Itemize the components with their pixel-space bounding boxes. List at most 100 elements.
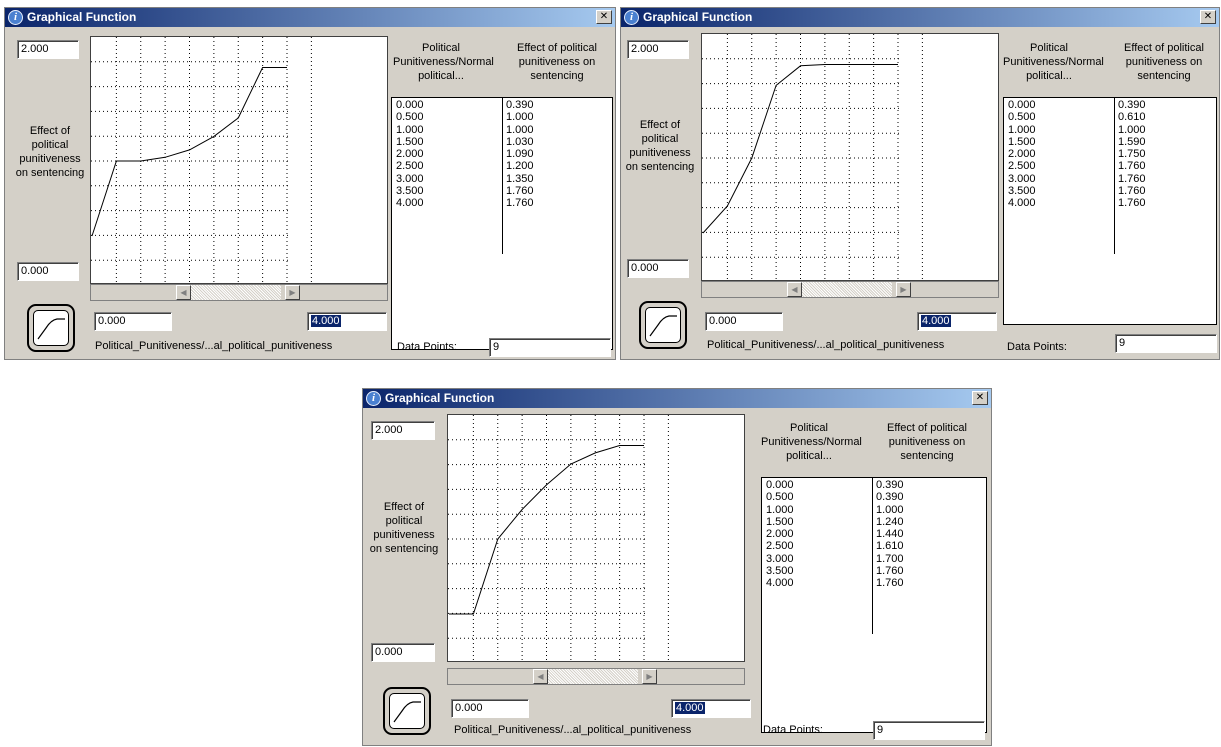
input-cell[interactable]: 3.500 — [1008, 185, 1036, 197]
output-cell[interactable]: 1.750 — [1118, 148, 1146, 160]
input-cell[interactable]: 1.500 — [396, 136, 424, 148]
output-cell[interactable]: 1.000 — [506, 124, 534, 136]
data-point[interactable] — [114, 159, 118, 163]
scroll-right-button[interactable]: ▶ — [896, 282, 911, 297]
input-cell[interactable]: 2.000 — [1008, 148, 1036, 160]
input-cell[interactable]: 2.500 — [1008, 160, 1036, 172]
output-cell[interactable]: 0.390 — [876, 491, 904, 503]
input-cell[interactable]: 4.000 — [396, 197, 424, 209]
data-point[interactable] — [188, 148, 192, 152]
output-cell[interactable]: 1.350 — [506, 173, 534, 185]
output-cell[interactable]: 1.000 — [876, 504, 904, 516]
y-min-field[interactable]: 0.000 — [17, 262, 79, 281]
data-point[interactable] — [750, 156, 754, 160]
x-max-field[interactable]: 4.000 — [671, 699, 751, 718]
y-max-field[interactable]: 2.000 — [17, 40, 79, 59]
data-point[interactable] — [593, 451, 597, 455]
data-points-field[interactable]: 9 — [489, 338, 611, 357]
data-point[interactable] — [496, 537, 500, 541]
input-cell[interactable]: 1.000 — [1008, 124, 1036, 136]
input-cell[interactable]: 0.000 — [1008, 99, 1036, 111]
input-cell[interactable]: 2.500 — [396, 160, 424, 172]
scroll-left-button[interactable]: ◀ — [176, 285, 191, 300]
output-cell[interactable]: 0.390 — [876, 479, 904, 491]
x-min-field[interactable]: 0.000 — [94, 312, 172, 331]
output-cell[interactable]: 1.760 — [1118, 173, 1146, 185]
input-cell[interactable]: 0.500 — [1008, 111, 1036, 123]
output-cell[interactable]: 0.390 — [506, 99, 534, 111]
y-min-field[interactable]: 0.000 — [371, 643, 435, 662]
graph-plot-area[interactable] — [701, 33, 999, 282]
scroll-track[interactable] — [548, 669, 638, 684]
data-point[interactable] — [285, 66, 289, 70]
scroll-left-button[interactable]: ◀ — [787, 282, 802, 297]
input-cell[interactable]: 1.000 — [766, 504, 794, 516]
data-table[interactable]: 0.000 0.500 1.000 1.500 2.000 2.500 3.00… — [391, 97, 613, 350]
close-button[interactable]: ✕ — [596, 10, 612, 24]
y-max-field[interactable]: 2.000 — [627, 40, 689, 59]
data-table[interactable]: 0.000 0.500 1.000 1.500 2.000 2.500 3.00… — [761, 477, 987, 733]
input-cell[interactable]: 3.000 — [1008, 173, 1036, 185]
input-cell[interactable]: 0.000 — [766, 479, 794, 491]
close-button[interactable]: ✕ — [972, 391, 988, 405]
input-cell[interactable]: 2.000 — [396, 148, 424, 160]
data-point[interactable] — [448, 612, 451, 616]
data-points-field[interactable]: 9 — [873, 721, 985, 740]
function-curve[interactable] — [702, 64, 898, 234]
output-cell[interactable]: 1.760 — [506, 197, 534, 209]
output-cell[interactable]: 1.700 — [876, 553, 904, 565]
data-point[interactable] — [642, 444, 646, 448]
output-cell[interactable]: 1.090 — [506, 148, 534, 160]
data-point[interactable] — [799, 64, 803, 68]
input-cell[interactable]: 0.000 — [396, 99, 424, 111]
title-bar[interactable]: i Graphical Function ✕ — [5, 8, 615, 27]
input-cell[interactable]: 1.500 — [1008, 136, 1036, 148]
input-cell[interactable]: 0.500 — [766, 491, 794, 503]
data-point[interactable] — [569, 462, 573, 466]
output-cell[interactable]: 0.390 — [1118, 99, 1146, 111]
data-point[interactable] — [91, 234, 94, 238]
input-cell[interactable]: 2.000 — [766, 528, 794, 540]
input-cell[interactable]: 4.000 — [1008, 197, 1036, 209]
input-cell[interactable]: 0.500 — [396, 111, 424, 123]
data-points-field[interactable]: 9 — [1115, 334, 1217, 353]
scroll-right-button[interactable]: ▶ — [642, 669, 657, 684]
graph-horizontal-scrollbar[interactable]: ◀ ▶ — [447, 668, 745, 685]
output-cell[interactable]: 1.760 — [876, 565, 904, 577]
data-point[interactable] — [163, 155, 167, 159]
output-cell[interactable]: 1.610 — [876, 540, 904, 552]
output-cell[interactable]: 1.240 — [876, 516, 904, 528]
graph-plot-area[interactable] — [447, 414, 745, 663]
y-min-field[interactable]: 0.000 — [627, 259, 689, 278]
scroll-track[interactable] — [802, 282, 892, 297]
input-cell[interactable]: 2.500 — [766, 540, 794, 552]
graph-plot-area[interactable] — [90, 36, 388, 285]
data-point[interactable] — [545, 483, 549, 487]
input-cell[interactable]: 1.500 — [766, 516, 794, 528]
output-cell[interactable]: 1.760 — [506, 185, 534, 197]
data-point[interactable] — [236, 116, 240, 120]
output-cell[interactable]: 1.760 — [1118, 185, 1146, 197]
data-point[interactable] — [139, 159, 143, 163]
output-cell[interactable]: 1.030 — [506, 136, 534, 148]
graph-horizontal-scrollbar[interactable]: ◀ ▶ — [90, 284, 388, 301]
x-max-field[interactable]: 4.000 — [917, 312, 997, 331]
graph-horizontal-scrollbar[interactable]: ◀ ▶ — [701, 281, 999, 298]
data-point[interactable] — [212, 134, 216, 138]
output-cell[interactable]: 1.760 — [1118, 197, 1146, 209]
data-point[interactable] — [872, 63, 876, 67]
function-curve[interactable] — [449, 445, 644, 615]
x-min-field[interactable]: 0.000 — [451, 699, 529, 718]
data-point[interactable] — [896, 63, 900, 67]
output-cell[interactable]: 1.200 — [506, 160, 534, 172]
data-table[interactable]: 0.000 0.500 1.000 1.500 2.000 2.500 3.00… — [1003, 97, 1217, 325]
input-cell[interactable]: 3.500 — [766, 565, 794, 577]
x-min-field[interactable]: 0.000 — [705, 312, 783, 331]
scroll-left-button[interactable]: ◀ — [533, 669, 548, 684]
data-point[interactable] — [618, 444, 622, 448]
input-cell[interactable]: 3.500 — [396, 185, 424, 197]
curve-shape-button[interactable] — [383, 687, 431, 735]
input-cell[interactable]: 4.000 — [766, 577, 794, 589]
scroll-right-button[interactable]: ▶ — [285, 285, 300, 300]
output-cell[interactable]: 1.760 — [876, 577, 904, 589]
